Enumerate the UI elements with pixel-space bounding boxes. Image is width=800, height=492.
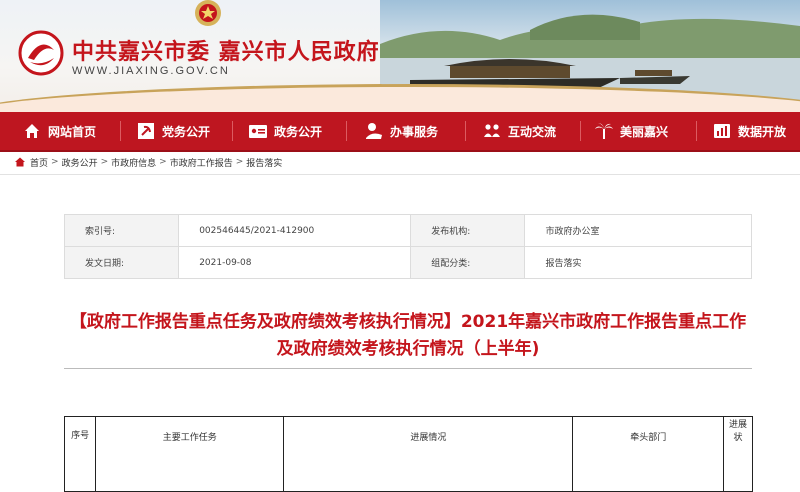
date-label: 发文日期: xyxy=(63,246,180,279)
divider xyxy=(0,174,800,175)
nav-home-label: 网站首页 xyxy=(48,124,97,139)
nav-divider xyxy=(580,121,581,141)
people-icon xyxy=(484,124,500,137)
nav-home[interactable]: 网站首页 xyxy=(22,112,96,150)
breadcrumb-current[interactable]: 报告落实 xyxy=(246,156,282,169)
nav-divider xyxy=(696,121,697,141)
category-value: 报告落实 xyxy=(524,246,752,279)
nav-service[interactable]: 办事服务 xyxy=(364,112,438,150)
nav-data[interactable]: 数据开放 xyxy=(712,112,786,150)
nav-interact[interactable]: 互动交流 xyxy=(482,112,556,150)
nav-divider xyxy=(120,121,121,141)
column-header-progress: 进展情况 xyxy=(283,416,574,492)
service-hand-icon xyxy=(366,123,382,139)
index-value: 002546445/2021-412900 xyxy=(178,214,412,247)
column-header-number: 序号 xyxy=(63,416,97,492)
nav-party[interactable]: 党务公开 xyxy=(136,112,210,150)
column-header-task: 主要工作任务 xyxy=(95,416,285,492)
index-label: 索引号: xyxy=(63,214,180,247)
nav-interact-label: 互动交流 xyxy=(508,124,557,139)
breadcrumb-city-info[interactable]: 市政府信息 xyxy=(111,156,156,169)
header-banner: 中共嘉兴市委 嘉兴市人民政府 WWW.JIAXING.GOV.CN xyxy=(0,0,800,112)
breadcrumb: 首页 > 政务公开 > 市政府信息 > 市政府工作报告 > 报告落实 xyxy=(14,153,282,171)
column-header-status: 进展状 xyxy=(722,416,754,492)
nav-beautiful[interactable]: 美丽嘉兴 xyxy=(594,112,668,150)
palm-tree-icon xyxy=(595,123,613,139)
task-table: 序号 主要工作任务 进展情况 牵头部门 进展状 xyxy=(63,416,754,492)
main-nav: 网站首页 党务公开 政务公开 办事服务 互动交流 美丽嘉兴 数据开放 xyxy=(0,112,800,152)
national-emblem-icon xyxy=(195,0,221,26)
date-value: 2021-09-08 xyxy=(178,246,412,279)
nav-divider xyxy=(346,121,347,141)
article-title: 【政府工作报告重点任务及政府绩效考核执行情况】2021年嘉兴市政府工作报告重点工… xyxy=(69,312,747,359)
divider xyxy=(64,368,752,369)
home-icon xyxy=(15,157,25,167)
nav-party-label: 党务公开 xyxy=(162,124,211,139)
breadcrumb-home[interactable]: 首页 xyxy=(30,156,48,169)
nav-gov-label: 政务公开 xyxy=(274,124,323,139)
category-label: 组配分类: xyxy=(410,246,526,279)
nav-beautiful-label: 美丽嘉兴 xyxy=(620,124,669,139)
site-title: 中共嘉兴市委 嘉兴市人民政府 xyxy=(72,39,380,65)
nav-service-label: 办事服务 xyxy=(390,124,439,139)
breadcrumb-report[interactable]: 市政府工作报告 xyxy=(170,156,233,169)
data-chart-icon xyxy=(714,124,730,138)
document-info-table: 索引号: 002546445/2021-412900 发布机构: 市政府办公室 … xyxy=(63,214,752,279)
publisher-value: 市政府办公室 xyxy=(524,214,752,247)
id-card-icon xyxy=(249,125,267,138)
site-url: WWW.JIAXING.GOV.CN xyxy=(72,65,230,77)
column-header-dept: 牵头部门 xyxy=(572,416,724,492)
nav-gov[interactable]: 政务公开 xyxy=(248,112,322,150)
nav-divider xyxy=(232,121,233,141)
publisher-label: 发布机构: xyxy=(410,214,526,247)
home-icon xyxy=(25,124,39,138)
breadcrumb-gov[interactable]: 政务公开 xyxy=(62,156,98,169)
nav-divider xyxy=(465,121,466,141)
jiaxing-logo-icon xyxy=(18,30,64,76)
nav-data-label: 数据开放 xyxy=(738,124,787,139)
party-emblem-icon xyxy=(138,123,154,139)
